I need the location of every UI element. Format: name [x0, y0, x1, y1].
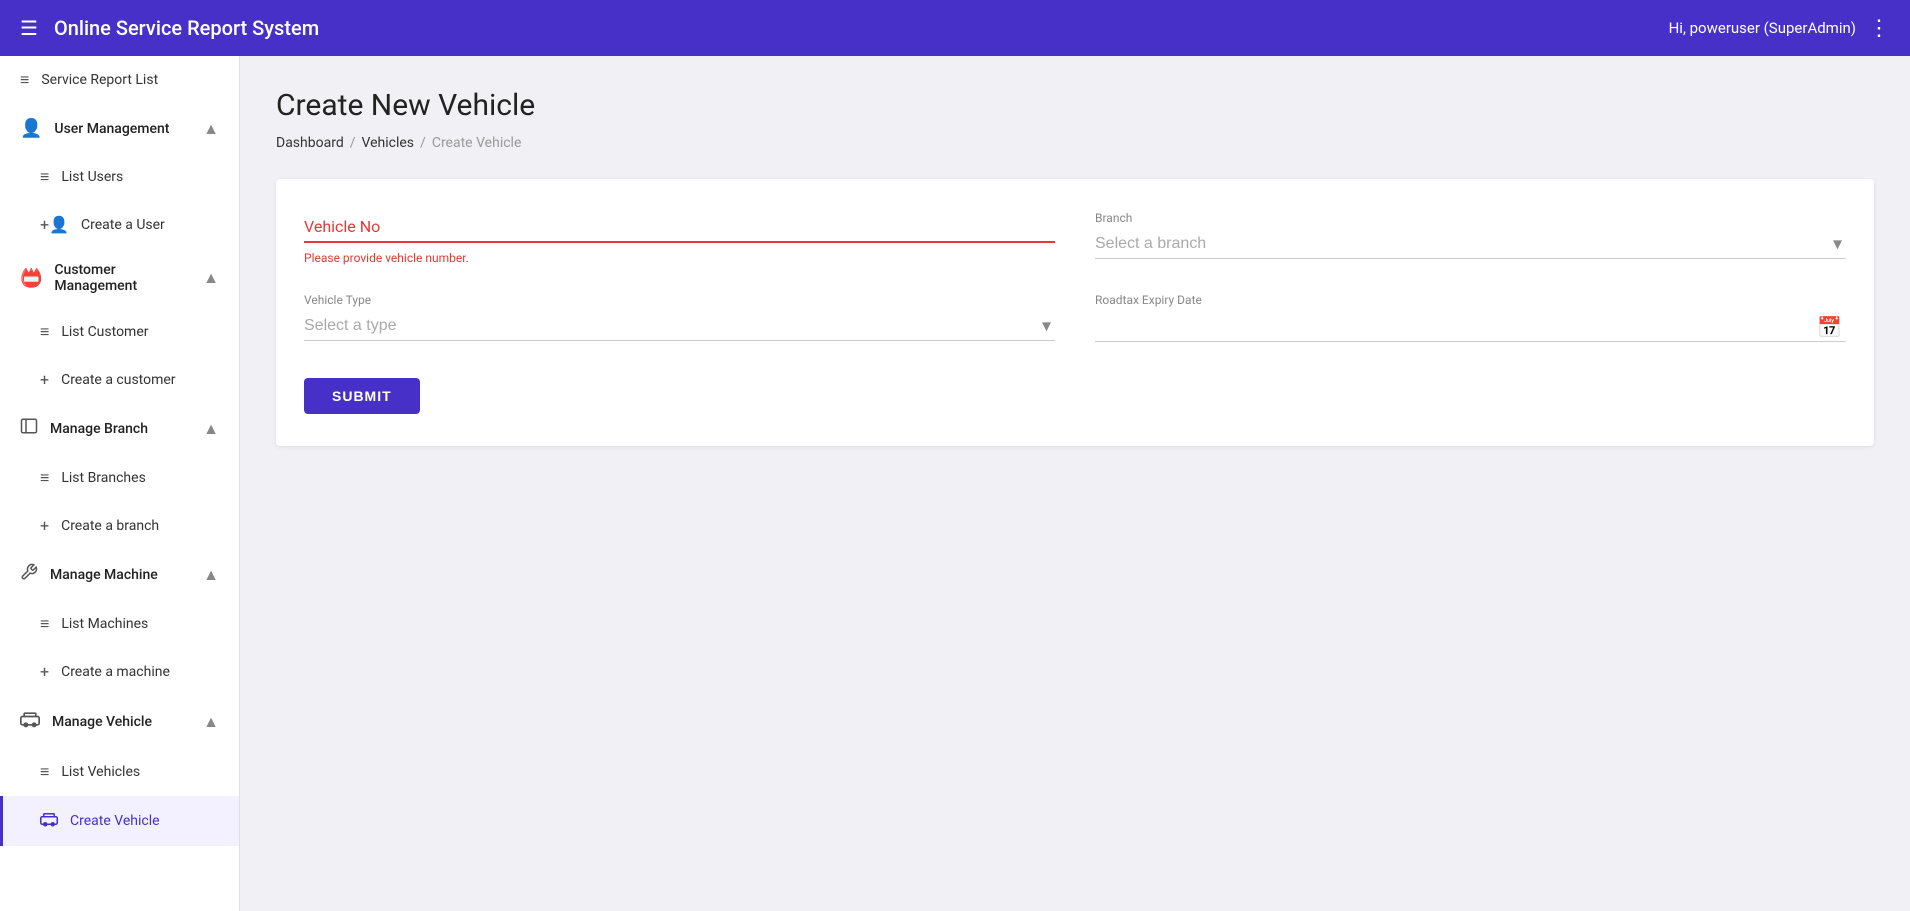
- create-customer-icon: +: [40, 370, 49, 389]
- branch-select[interactable]: Select a branch: [1095, 229, 1846, 259]
- sidebar-label: Service Report List: [41, 72, 158, 88]
- user-management-icon: 👤: [20, 118, 42, 139]
- sidebar-label: List Machines: [61, 616, 148, 632]
- vehicle-no-error: Please provide vehicle number.: [304, 251, 1055, 265]
- form-row-1: Vehicle No Please provide vehicle number…: [304, 211, 1846, 265]
- sidebar-label: Create a User: [81, 217, 165, 233]
- breadcrumb-current: Create Vehicle: [432, 135, 522, 151]
- sidebar-label: Create Vehicle: [70, 813, 160, 829]
- app-title: Online Service Report System: [54, 16, 319, 40]
- vehicle-type-select-wrapper: Select a type Car Motorcycle Truck Van B…: [304, 311, 1055, 341]
- breadcrumb-dashboard[interactable]: Dashboard: [276, 135, 344, 151]
- sidebar-item-service-report-list[interactable]: ≡ Service Report List: [0, 56, 239, 104]
- vehicle-no-input[interactable]: [304, 211, 1055, 243]
- sidebar-label: List Vehicles: [61, 764, 140, 780]
- machine-icon: [20, 563, 38, 586]
- vehicle-section-icon: [20, 709, 40, 734]
- list-icon: ≡: [20, 70, 29, 90]
- expand-icon: ▲: [203, 419, 219, 439]
- breadcrumb-sep-1: /: [350, 135, 356, 151]
- main-content: Create New Vehicle Dashboard / Vehicles …: [240, 56, 1910, 911]
- sidebar-section-label: Manage Vehicle: [52, 714, 152, 730]
- vehicle-no-field: Vehicle No Please provide vehicle number…: [304, 211, 1055, 265]
- sidebar-label: List Users: [61, 169, 123, 185]
- vehicle-icon: [40, 810, 58, 832]
- roadtax-field: Roadtax Expiry Date 📅: [1095, 293, 1846, 342]
- list-icon: ≡: [40, 167, 49, 187]
- branch-label: Branch: [1095, 211, 1846, 225]
- create-user-icon: +👤: [40, 215, 69, 234]
- menu-icon[interactable]: ☰: [20, 16, 38, 40]
- sidebar-label: List Customer: [61, 324, 148, 340]
- sidebar-section-user-management[interactable]: 👤 User Management ▲: [0, 104, 239, 153]
- sidebar-item-list-customer[interactable]: ≡ List Customer: [0, 308, 239, 356]
- sidebar-item-list-machines[interactable]: ≡ List Machines: [0, 600, 239, 648]
- sidebar-section-manage-vehicle[interactable]: Manage Vehicle ▲: [0, 695, 239, 748]
- sidebar-label: Create a branch: [61, 518, 159, 534]
- sidebar-item-create-user[interactable]: +👤 Create a User: [0, 201, 239, 248]
- layout: ≡ Service Report List 👤 User Management …: [0, 56, 1910, 911]
- sidebar-section-manage-machine[interactable]: Manage Machine ▲: [0, 549, 239, 600]
- sidebar-label: Create a customer: [61, 372, 175, 388]
- user-greeting: Hi, poweruser (SuperAdmin): [1669, 19, 1856, 37]
- sidebar-item-create-vehicle[interactable]: Create Vehicle: [0, 796, 239, 846]
- page-title: Create New Vehicle: [276, 88, 1874, 123]
- sidebar-item-list-users[interactable]: ≡ List Users: [0, 153, 239, 201]
- submit-button[interactable]: SUBMIT: [304, 378, 420, 414]
- sidebar-item-create-branch[interactable]: + Create a branch: [0, 502, 239, 549]
- roadtax-label: Roadtax Expiry Date: [1095, 293, 1846, 307]
- list-icon: ≡: [40, 614, 49, 634]
- vehicle-type-select[interactable]: Select a type Car Motorcycle Truck Van B…: [304, 311, 1055, 341]
- sidebar-label: List Branches: [61, 470, 145, 486]
- customer-management-icon: 📛: [20, 268, 42, 289]
- expand-icon: ▲: [203, 712, 219, 732]
- breadcrumb-sep-2: /: [420, 135, 426, 151]
- sidebar-item-list-branches[interactable]: ≡ List Branches: [0, 454, 239, 502]
- create-branch-icon: +: [40, 516, 49, 535]
- sidebar-section-label: Manage Branch: [50, 421, 148, 437]
- sidebar-label: Create a machine: [61, 664, 170, 680]
- list-icon: ≡: [40, 468, 49, 488]
- sidebar-item-list-vehicles[interactable]: ≡ List Vehicles: [0, 748, 239, 796]
- sidebar-section-label: User Management: [54, 121, 169, 137]
- create-machine-icon: +: [40, 662, 49, 681]
- sidebar-section-manage-branch[interactable]: Manage Branch ▲: [0, 403, 239, 454]
- expand-icon: ▲: [203, 565, 219, 585]
- expand-icon: ▲: [203, 119, 219, 139]
- branch-icon: [20, 417, 38, 440]
- create-vehicle-form-card: Vehicle No Please provide vehicle number…: [276, 179, 1874, 446]
- branch-field: Branch Select a branch ▾: [1095, 211, 1846, 265]
- list-icon: ≡: [40, 322, 49, 342]
- topbar-left: ☰ Online Service Report System: [20, 16, 319, 40]
- topbar-right: Hi, poweruser (SuperAdmin) ⋮: [1669, 16, 1890, 41]
- more-options-icon[interactable]: ⋮: [1868, 16, 1890, 41]
- form-actions: SUBMIT: [304, 370, 1846, 414]
- sidebar: ≡ Service Report List 👤 User Management …: [0, 56, 240, 911]
- sidebar-section-label: Manage Machine: [50, 567, 158, 583]
- sidebar-item-create-customer[interactable]: + Create a customer: [0, 356, 239, 403]
- sidebar-section-customer-management[interactable]: 📛 Customer Management ▲: [0, 248, 239, 308]
- topbar: ☰ Online Service Report System Hi, power…: [0, 0, 1910, 56]
- roadtax-date-input[interactable]: [1095, 311, 1846, 342]
- sidebar-section-label: Customer Management: [54, 262, 191, 294]
- list-icon: ≡: [40, 762, 49, 782]
- roadtax-date-wrapper: 📅: [1095, 311, 1846, 342]
- calendar-icon[interactable]: 📅: [1817, 315, 1842, 339]
- vehicle-type-field: Vehicle Type Select a type Car Motorcycl…: [304, 293, 1055, 342]
- breadcrumb: Dashboard / Vehicles / Create Vehicle: [276, 135, 1874, 151]
- expand-icon: ▲: [203, 268, 219, 288]
- sidebar-item-create-machine[interactable]: + Create a machine: [0, 648, 239, 695]
- vehicle-type-label: Vehicle Type: [304, 293, 1055, 307]
- form-row-2: Vehicle Type Select a type Car Motorcycl…: [304, 293, 1846, 342]
- branch-select-wrapper: Select a branch ▾: [1095, 229, 1846, 259]
- breadcrumb-vehicles[interactable]: Vehicles: [362, 135, 415, 151]
